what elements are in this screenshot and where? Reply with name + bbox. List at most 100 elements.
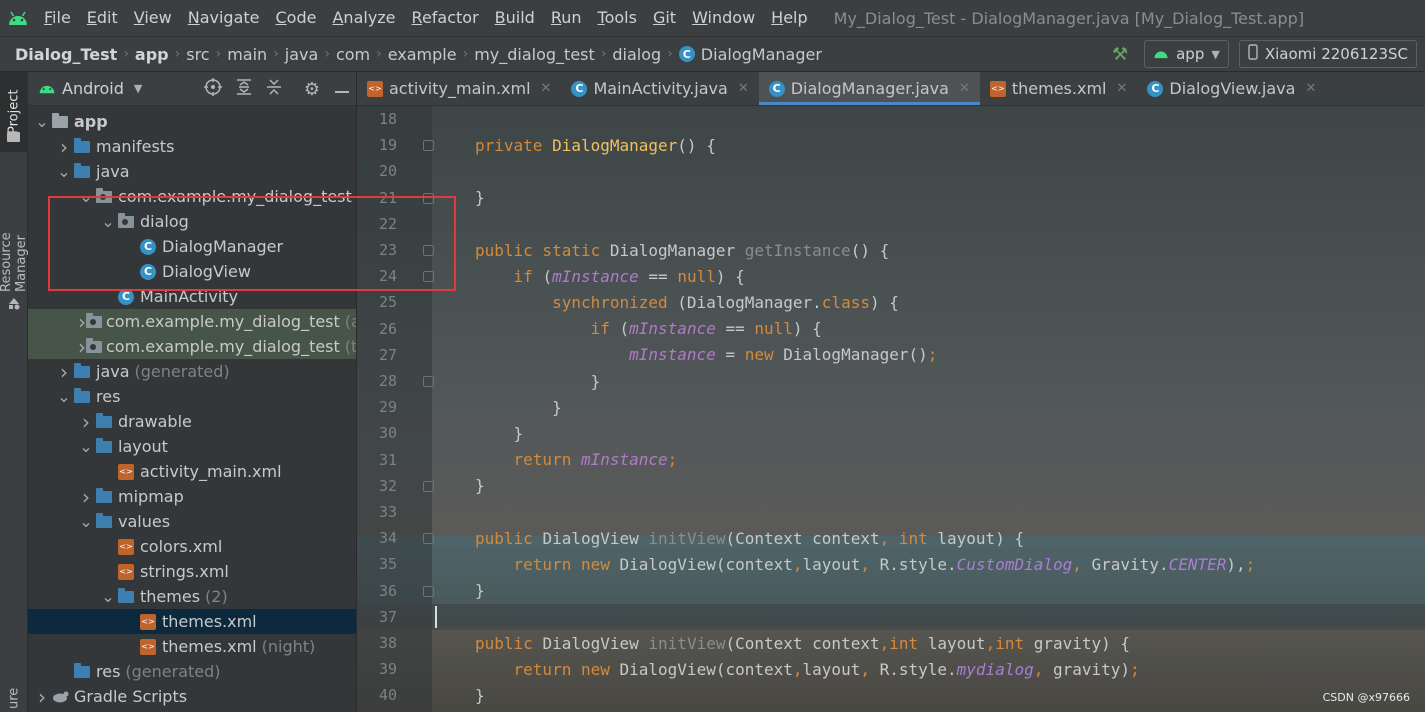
run-config-dropdown[interactable]: app ▼ (1144, 40, 1229, 68)
code-line[interactable]: 33 (357, 499, 1425, 525)
structure-tool-tab[interactable]: ure (0, 684, 28, 712)
chevron-right-icon[interactable]: › (78, 310, 86, 334)
code-line[interactable]: 31 return mInstance; (357, 447, 1425, 473)
tree-item[interactable]: <> strings.xml (28, 559, 356, 584)
tree-item[interactable]: › manifests (28, 134, 356, 159)
menu-navigate[interactable]: Navigate (180, 0, 268, 36)
expand-all-icon[interactable] (236, 78, 252, 100)
chevron-down-icon[interactable]: ⌄ (34, 113, 50, 129)
code-line[interactable]: 32} (357, 473, 1425, 499)
tree-item[interactable]: <> themes.xml (28, 609, 356, 634)
fold-marker-icon[interactable] (423, 533, 434, 545)
chevron-down-icon[interactable]: ⌄ (100, 213, 116, 229)
breadcrumb-item[interactable]: Dialog_Test (15, 45, 117, 64)
minimize-icon[interactable] (334, 80, 350, 98)
editor-tab[interactable]: C DialogView.java ✕ (1137, 72, 1326, 105)
chevron-down-icon[interactable]: ⌄ (78, 513, 94, 529)
breadcrumb-item[interactable]: dialog (612, 45, 661, 64)
fold-marker-icon[interactable] (423, 480, 434, 492)
fold-marker-icon[interactable] (423, 245, 434, 256)
chevron-right-icon[interactable]: › (34, 685, 50, 709)
tree-item[interactable]: ⌄ res (28, 384, 356, 409)
gear-icon[interactable]: ⚙ (304, 79, 320, 100)
code-line[interactable]: 30 } (357, 420, 1425, 446)
close-icon[interactable]: ✕ (738, 81, 749, 96)
breadcrumb-item[interactable]: src (186, 45, 209, 64)
menu-file[interactable]: File (36, 0, 79, 36)
tree-item[interactable]: › Gradle Scripts (28, 684, 356, 709)
menu-analyze[interactable]: Analyze (324, 0, 403, 36)
editor-tab[interactable]: <> themes.xml ✕ (980, 72, 1138, 105)
tree-item[interactable]: ⌄ themes (2) (28, 584, 356, 609)
tree-item[interactable]: › com.example.my_dialog_test(a (28, 309, 356, 334)
code-line[interactable]: 38 public DialogView initView(Context con… (357, 630, 1425, 656)
tree-item[interactable]: C DialogView (28, 259, 356, 284)
fold-marker-icon[interactable] (423, 192, 434, 204)
chevron-right-icon[interactable]: › (78, 335, 86, 359)
tree-item[interactable]: C MainActivity (28, 284, 356, 309)
tree-item[interactable]: res (generated) (28, 659, 356, 684)
close-icon[interactable]: ✕ (541, 81, 552, 96)
chevron-right-icon[interactable]: › (78, 485, 94, 509)
resource-manager-tool-tab[interactable]: Resource Manager (0, 172, 29, 292)
chevron-right-icon[interactable]: › (78, 410, 94, 434)
fold-marker-icon[interactable] (423, 376, 434, 387)
close-icon[interactable]: ✕ (1116, 81, 1127, 96)
chevron-down-icon[interactable]: ⌄ (78, 188, 94, 204)
code-line[interactable]: 36} (357, 578, 1425, 604)
menu-help[interactable]: Help (763, 0, 815, 36)
code-line[interactable]: 23 public static DialogManager getInstanc… (357, 237, 1425, 263)
tree-item[interactable]: <> themes.xml (night) (28, 634, 356, 659)
code-line[interactable]: 25 synchronized (DialogManager.class) { (357, 289, 1425, 315)
tree-item[interactable]: <> colors.xml (28, 534, 356, 559)
code-line[interactable]: 34 public DialogView initView(Context con… (357, 525, 1425, 551)
editor-tab[interactable]: C DialogManager.java ✕ (758, 72, 981, 105)
breadcrumb-item[interactable]: app (135, 45, 169, 64)
tree-item[interactable]: › com.example.my_dialog_test (te (28, 334, 356, 359)
chevron-down-icon[interactable]: ⌄ (56, 163, 72, 179)
chevron-down-icon[interactable]: ⌄ (78, 438, 94, 454)
locate-target-icon[interactable] (203, 78, 222, 100)
build-hammer-icon[interactable]: ⚒ (1112, 44, 1128, 65)
chevron-right-icon[interactable]: › (56, 360, 72, 384)
close-icon[interactable]: ✕ (959, 81, 970, 96)
collapse-all-icon[interactable] (266, 78, 282, 100)
breadcrumb-item[interactable]: main (227, 45, 267, 64)
breadcrumb-item[interactable]: DialogManager (701, 45, 822, 64)
code-line[interactable]: 21} (357, 185, 1425, 211)
menu-edit[interactable]: Edit (79, 0, 126, 36)
code-line[interactable]: 20 (357, 158, 1425, 184)
editor-tab[interactable]: <> activity_main.xml ✕ (357, 72, 561, 105)
code-line[interactable]: 29 } (357, 394, 1425, 420)
code-line[interactable]: 28 } (357, 368, 1425, 394)
tree-item[interactable]: ⌄ com.example.my_dialog_test (28, 184, 356, 209)
menu-window[interactable]: Window (684, 0, 763, 36)
tree-item[interactable]: › java (generated) (28, 359, 356, 384)
tree-item[interactable]: C DialogManager (28, 234, 356, 259)
breadcrumb-item[interactable]: java (285, 45, 319, 64)
chevron-down-icon[interactable]: ⌄ (100, 588, 116, 604)
project-view-selector[interactable]: Android ▼ (38, 79, 142, 98)
code-editor[interactable]: 18 19 private DialogManager() {20 21} 22 23 pu… (357, 106, 1425, 712)
breadcrumb-item[interactable]: com (336, 45, 370, 64)
code-line[interactable]: 24 if (mInstance == null) { (357, 263, 1425, 289)
close-icon[interactable]: ✕ (1305, 81, 1316, 96)
menu-git[interactable]: Git (645, 0, 684, 36)
menu-refactor[interactable]: Refactor (404, 0, 487, 36)
chevron-down-icon[interactable]: ⌄ (56, 388, 72, 404)
tree-item[interactable]: <> activity_main.xml (28, 459, 356, 484)
tree-item[interactable]: ⌄ app (28, 109, 356, 134)
code-line[interactable]: 19 private DialogManager() { (357, 132, 1425, 158)
code-line[interactable]: 35 return new DialogView(context,layout,… (357, 551, 1425, 577)
menu-code[interactable]: Code (268, 0, 325, 36)
menu-build[interactable]: Build (487, 0, 543, 36)
fold-marker-icon[interactable] (423, 585, 434, 597)
code-line[interactable]: 22 (357, 211, 1425, 237)
chevron-right-icon[interactable]: › (56, 135, 72, 159)
code-line[interactable]: 18 (357, 106, 1425, 132)
tree-item[interactable]: ⌄ dialog (28, 209, 356, 234)
tree-item[interactable]: ⌄ java (28, 159, 356, 184)
code-line[interactable]: 40} (357, 682, 1425, 708)
breadcrumb-item[interactable]: my_dialog_test (474, 45, 595, 64)
menu-view[interactable]: View (126, 0, 180, 36)
